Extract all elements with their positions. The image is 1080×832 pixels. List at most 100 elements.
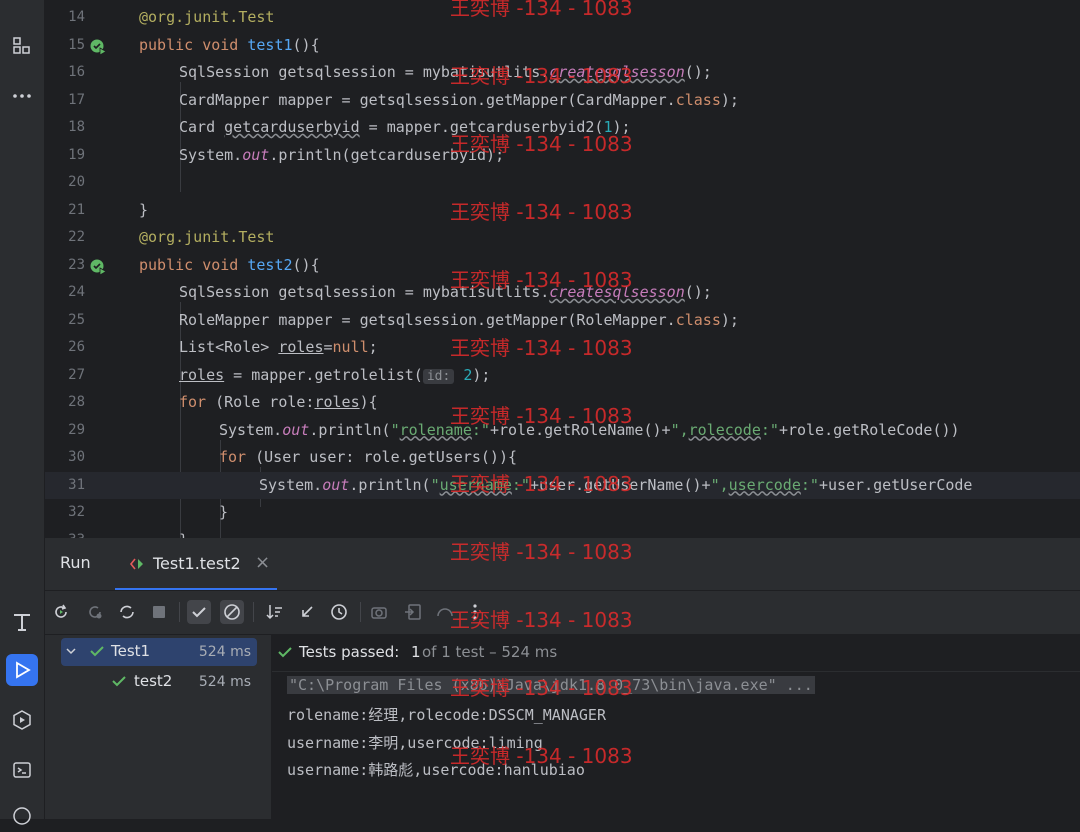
code-token: SqlSession getsqlsession = mybatisutlits… (179, 63, 550, 81)
left-tool-strip (0, 0, 45, 825)
code-text: Card getcarduserbyid = mapper.getcarduse… (179, 114, 631, 142)
code-line[interactable]: 29 System.out.println("rolename:"+role.ge… (45, 417, 1080, 445)
code-text: for (Role role:roles){ (179, 389, 378, 417)
line-number: 24 (68, 284, 85, 300)
run-toolbar (45, 590, 1080, 635)
code-line[interactable]: 20 (45, 169, 1080, 197)
code-text: @org.junit.Test (139, 4, 274, 32)
chevron-down-icon[interactable] (65, 643, 77, 661)
console-line: username:韩路彪,usercode:hanlubiao (287, 761, 585, 779)
code-line[interactable]: 26 List<Role> roles=null; (45, 334, 1080, 362)
line-number: 19 (68, 146, 85, 163)
run-test-gutter-icon[interactable] (89, 258, 107, 276)
more-options-icon[interactable] (463, 600, 487, 624)
code-text: SqlSession getsqlsession = mybatisutlits… (179, 59, 712, 87)
code-text: } (219, 499, 228, 527)
code-text: @org.junit.Test (139, 224, 274, 252)
code-line[interactable]: 33} (45, 527, 1080, 539)
code-token: createsqlsesson (549, 63, 685, 81)
code-token: class (675, 310, 721, 329)
code-text: } (179, 527, 188, 539)
problems-icon[interactable] (6, 800, 38, 832)
code-token: roles (314, 393, 360, 411)
code-line[interactable]: 21} (45, 197, 1080, 225)
code-text: roles = mapper.getrolelist(id: 2); (179, 362, 490, 391)
code-text: public void test1(){ (139, 32, 320, 60)
line-number: 33 (45, 527, 85, 539)
more-tools-icon[interactable] (6, 80, 38, 112)
code-token: .println(getcarduserbyid); (269, 145, 505, 164)
code-token: +role.getRoleCode()) (778, 420, 960, 439)
code-line[interactable]: 14 @org.junit.Test (45, 4, 1080, 32)
code-token: username (439, 475, 512, 494)
code-line[interactable]: 27 roles = mapper.getrolelist(id: 2); (45, 362, 1080, 390)
code-line[interactable]: 31 System.out.println("username:"+user.ge… (45, 471, 1080, 499)
sort-icon[interactable] (263, 600, 287, 624)
tree-item-test1[interactable]: Test1 524 ms (61, 638, 257, 666)
code-text: for (User user: role.getUsers()){ (219, 444, 517, 472)
console-output[interactable]: Tests passed: 1 of 1 test – 524 ms "C:\P… (272, 635, 1080, 819)
stop-icon[interactable] (147, 600, 171, 624)
structure-icon[interactable] (6, 30, 38, 62)
code-token: (); (684, 63, 712, 81)
code-token: +user.getUserName()+ (529, 475, 711, 494)
text-tool-icon[interactable] (6, 606, 38, 638)
line-number: 23 (68, 256, 85, 273)
status-passed-count: 1 (411, 643, 421, 661)
line-number: 15 (68, 36, 85, 53)
code-token: ; (368, 338, 378, 356)
code-line[interactable]: 18 Card getcarduserbyid = mapper.getcardu… (45, 114, 1080, 142)
code-editor[interactable]: 14 @org.junit.Test 15 public void test1(){1… (45, 0, 1080, 538)
import-icon[interactable] (401, 600, 425, 624)
services-icon[interactable] (6, 704, 38, 736)
code-token: ", (710, 475, 729, 494)
code-line[interactable]: 17 CardMapper mapper = getsqlsession.getM… (45, 87, 1080, 115)
code-token: CardMapper mapper = getsqlsession.getMap… (179, 90, 676, 109)
tree-item-test2[interactable]: test2 524 ms (61, 668, 257, 696)
camera-icon[interactable] (367, 600, 391, 624)
run-tool-icon[interactable] (6, 654, 38, 686)
code-line[interactable]: 24 SqlSession getsqlsession = mybatisutli… (45, 279, 1080, 307)
code-token: id: (422, 368, 455, 384)
code-token: = mapper.getrolelist( (224, 365, 423, 384)
run-test-gutter-icon[interactable] (89, 38, 107, 56)
code-line[interactable]: 19 System.out.println(getcarduserbyid); (45, 142, 1080, 170)
code-line[interactable]: 32} (45, 499, 1080, 527)
history-icon[interactable] (327, 600, 351, 624)
code-token: System. (259, 475, 323, 494)
line-number: 32 (68, 504, 85, 520)
code-token: test2 (247, 255, 293, 274)
line-number: 21 (68, 201, 85, 218)
code-line[interactable]: 23 public void test2(){ (45, 252, 1080, 280)
run-panel-title: Run (60, 553, 91, 572)
code-token: usercode (728, 475, 801, 494)
collapse-icon[interactable] (295, 600, 319, 624)
code-line[interactable]: 28 for (Role role:roles){ (45, 389, 1080, 417)
toggle-auto-test-icon[interactable] (115, 600, 139, 624)
code-line[interactable]: 25 RoleMapper mapper = getsqlsession.getM… (45, 307, 1080, 335)
rerun-failed-icon[interactable] (83, 600, 107, 624)
tab-test1-test2[interactable]: Test1.test2 × (115, 538, 277, 590)
code-token: out (322, 475, 350, 494)
rerun-icon[interactable] (49, 600, 73, 624)
code-token: :" (471, 420, 490, 439)
code-line[interactable]: 15 public void test1(){ (45, 32, 1080, 60)
console-command-line: "C:\Program Files (x86)\Java\jdk1.8.0_73… (287, 676, 815, 694)
code-token: = (323, 338, 333, 356)
check-icon (277, 644, 293, 664)
coverage-icon[interactable] (433, 600, 457, 624)
code-text: public void test2(){ (139, 252, 320, 280)
tab-label: Test1.test2 (153, 554, 241, 573)
close-icon[interactable]: × (255, 552, 270, 573)
show-ignored-icon[interactable] (220, 600, 244, 624)
code-token: createsqlsesson (549, 283, 685, 301)
line-number: 22 (68, 229, 85, 245)
code-token: } (179, 531, 188, 539)
code-line[interactable]: 16 SqlSession getsqlsession = mybatisutli… (45, 59, 1080, 87)
terminal-icon[interactable] (6, 754, 38, 786)
code-line[interactable]: 22 @org.junit.Test (45, 224, 1080, 252)
test-status-bar: Tests passed: 1 of 1 test – 524 ms (272, 635, 1080, 672)
code-line[interactable]: 30 for (User user: role.getUsers()){ (45, 444, 1080, 472)
show-passed-icon[interactable] (187, 600, 211, 624)
